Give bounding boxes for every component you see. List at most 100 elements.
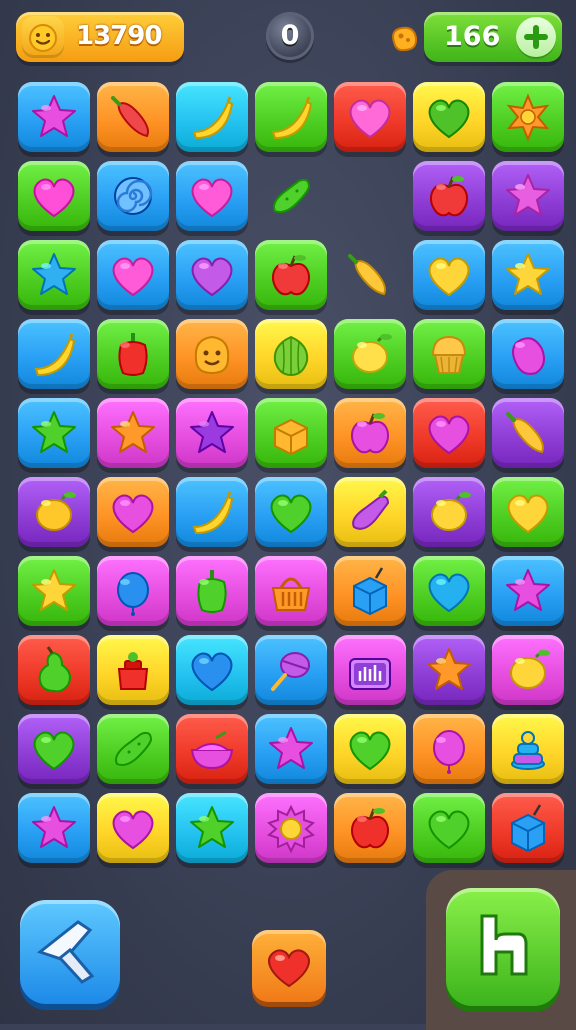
tile-bowl[interactable]: [176, 714, 248, 784]
tile-star[interactable]: [176, 793, 248, 863]
star-icon: [190, 806, 234, 848]
tile-star[interactable]: [492, 240, 564, 310]
tile-apple[interactable]: [413, 161, 485, 231]
chili-icon: [348, 254, 386, 296]
tile-basket[interactable]: [255, 556, 327, 626]
heart-icon: [191, 178, 233, 218]
tile-star[interactable]: [18, 398, 90, 468]
tile-sun[interactable]: [255, 793, 327, 863]
heart-icon: [507, 494, 549, 534]
tile-star[interactable]: [255, 714, 327, 784]
tile-heart[interactable]: [413, 398, 485, 468]
banana-icon: [34, 333, 76, 377]
tile-star[interactable]: [413, 635, 485, 705]
fruit-icon: [273, 335, 309, 377]
tile-pepper[interactable]: [176, 556, 248, 626]
tile-apple[interactable]: [334, 398, 406, 468]
tile-star[interactable]: [18, 793, 90, 863]
tile-lemon[interactable]: [334, 319, 406, 389]
tile-heart[interactable]: [176, 161, 248, 231]
pickle-icon: [115, 731, 153, 766]
tile-eggplant[interactable]: [334, 477, 406, 547]
basket-icon: [271, 577, 311, 611]
star-icon: [32, 253, 76, 295]
tile-star[interactable]: [176, 398, 248, 468]
hint-button[interactable]: [446, 888, 560, 1006]
cube-icon: [511, 804, 545, 853]
tile-chili[interactable]: [97, 82, 169, 152]
tile-star[interactable]: [492, 556, 564, 626]
tile-heart[interactable]: [334, 82, 406, 152]
tile-cupcake[interactable]: [413, 319, 485, 389]
star-icon: [427, 648, 471, 690]
tile-stack[interactable]: [492, 714, 564, 784]
apple-icon: [351, 808, 389, 849]
heart-icon: [349, 731, 391, 771]
tile-balloon[interactable]: [413, 714, 485, 784]
tile-heart[interactable]: [176, 240, 248, 310]
tile-pear[interactable]: [18, 635, 90, 705]
hammer-booster-button[interactable]: [20, 900, 120, 1004]
tile-banana[interactable]: [176, 477, 248, 547]
tile-swirl[interactable]: [97, 161, 169, 231]
tile-star[interactable]: [492, 161, 564, 231]
tile-radio[interactable]: [334, 635, 406, 705]
tile-pepper[interactable]: [97, 319, 169, 389]
tile-star[interactable]: [18, 556, 90, 626]
heart-icon: [191, 652, 233, 692]
tile-star[interactable]: [18, 82, 90, 152]
tile-balloon[interactable]: [97, 556, 169, 626]
heart-icon: [112, 810, 154, 850]
tile-heart[interactable]: [413, 82, 485, 152]
tile-heart[interactable]: [413, 240, 485, 310]
tile-box[interactable]: [255, 398, 327, 468]
heart-icon: [428, 810, 470, 850]
tile-fruit[interactable]: [255, 319, 327, 389]
tile-heart[interactable]: [413, 556, 485, 626]
tile-heart[interactable]: [97, 477, 169, 547]
heart-icon: [268, 949, 310, 988]
tile-bean[interactable]: [492, 319, 564, 389]
pickle-icon: [273, 178, 311, 213]
heart-booster-button[interactable]: [252, 930, 326, 1002]
tile-heart[interactable]: [413, 793, 485, 863]
tile-smiley[interactable]: [176, 319, 248, 389]
tile-star[interactable]: [97, 398, 169, 468]
tile-pickle[interactable]: [97, 714, 169, 784]
tile-apple[interactable]: [334, 793, 406, 863]
tile-banana[interactable]: [18, 319, 90, 389]
star-icon: [506, 569, 550, 611]
lemon-icon: [352, 333, 392, 373]
bean-icon: [512, 337, 545, 375]
tile-flower[interactable]: [492, 82, 564, 152]
tile-lemon[interactable]: [492, 635, 564, 705]
tile-banana[interactable]: [176, 82, 248, 152]
tile-rattle[interactable]: [255, 635, 327, 705]
tile-cube[interactable]: [334, 556, 406, 626]
tile-heart[interactable]: [176, 635, 248, 705]
tile-star[interactable]: [18, 240, 90, 310]
tile-cube[interactable]: [492, 793, 564, 863]
tile-banana[interactable]: [255, 82, 327, 152]
tile-heart[interactable]: [18, 714, 90, 784]
tile-jar[interactable]: [97, 635, 169, 705]
tile-lemon[interactable]: [18, 477, 90, 547]
heart-icon: [428, 257, 470, 297]
tile-apple[interactable]: [255, 240, 327, 310]
box-icon: [274, 418, 308, 456]
tile-heart[interactable]: [255, 477, 327, 547]
star-icon: [32, 569, 76, 611]
tile-heart[interactable]: [334, 714, 406, 784]
tile-heart[interactable]: [97, 240, 169, 310]
tile-heart[interactable]: [97, 793, 169, 863]
apple-icon: [272, 255, 310, 296]
falling-pickle[interactable]: [255, 161, 327, 231]
lemon-icon: [36, 491, 76, 531]
tile-heart[interactable]: [18, 161, 90, 231]
tile-chili[interactable]: [492, 398, 564, 468]
tile-lemon[interactable]: [413, 477, 485, 547]
tile-heart[interactable]: [492, 477, 564, 547]
falling-chili[interactable]: [334, 240, 406, 310]
star-icon: [506, 253, 550, 295]
heart-icon: [33, 178, 75, 218]
